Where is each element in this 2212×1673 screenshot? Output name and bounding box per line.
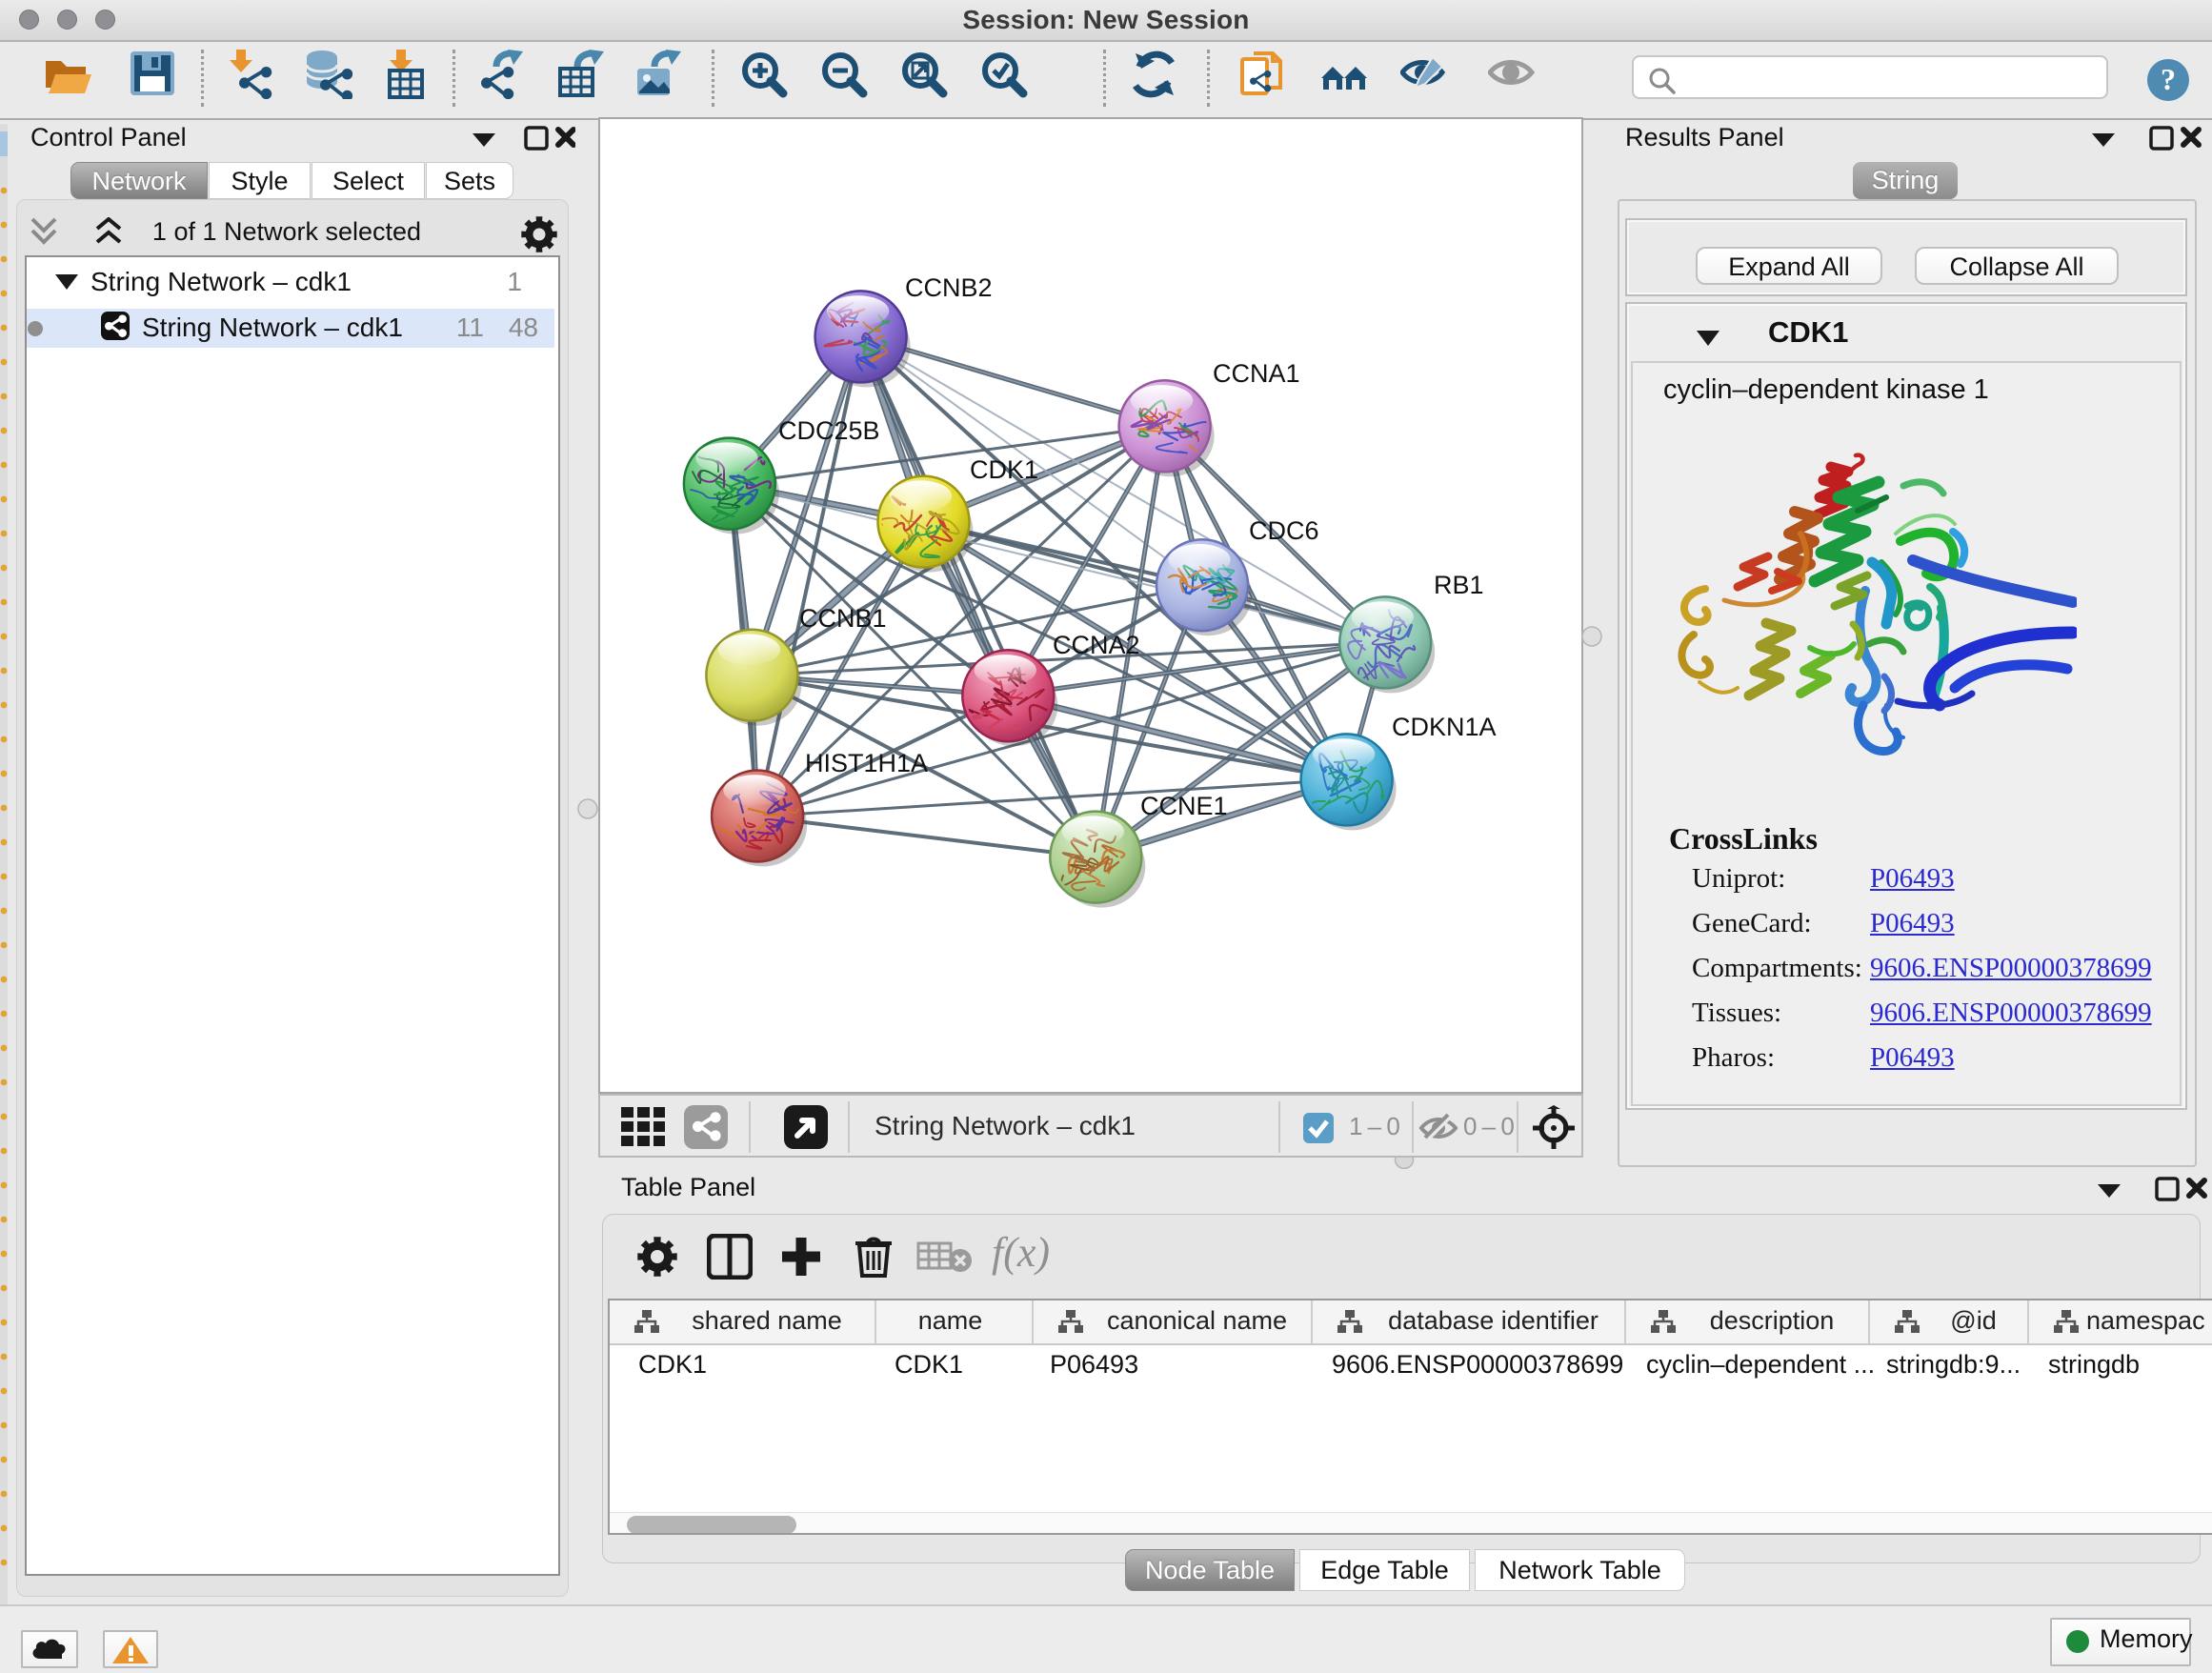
svg-text:RB1: RB1 [1434,571,1484,599]
svg-text:CCNB1: CCNB1 [799,604,887,633]
svg-text:CCNB2: CCNB2 [905,273,993,302]
svg-text:?: ? [2161,62,2176,96]
svg-text:CDC6: CDC6 [1249,516,1319,545]
svg-text:CDK1: CDK1 [970,455,1038,484]
svg-text:HIST1H1A: HIST1H1A [805,749,928,777]
svg-text:CCNA1: CCNA1 [1213,359,1300,388]
svg-text:CCNA2: CCNA2 [1053,631,1140,659]
svg-text:CDC25B: CDC25B [778,416,880,445]
svg-text:CCNE1: CCNE1 [1140,792,1228,820]
svg-text:CDKN1A: CDKN1A [1392,713,1497,741]
